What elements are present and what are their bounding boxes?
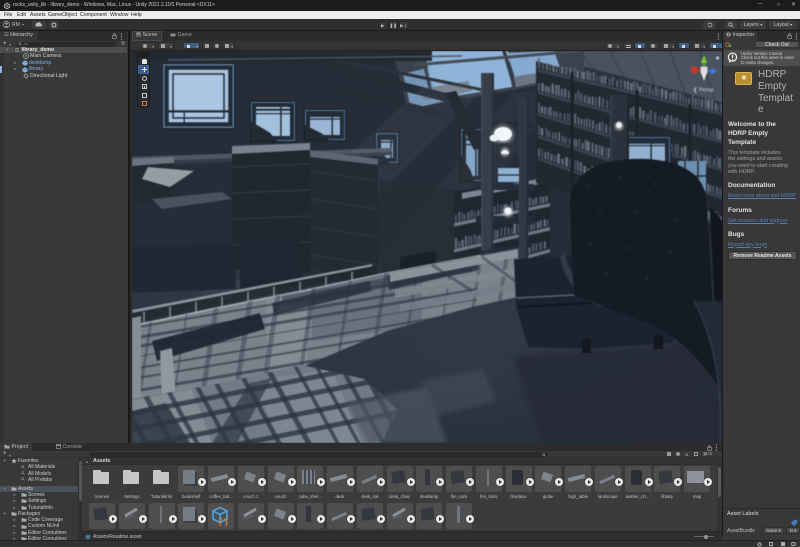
- svg-text:❮ Persp: ❮ Persp: [693, 87, 714, 94]
- svg-text:{}: {}: [218, 518, 229, 526]
